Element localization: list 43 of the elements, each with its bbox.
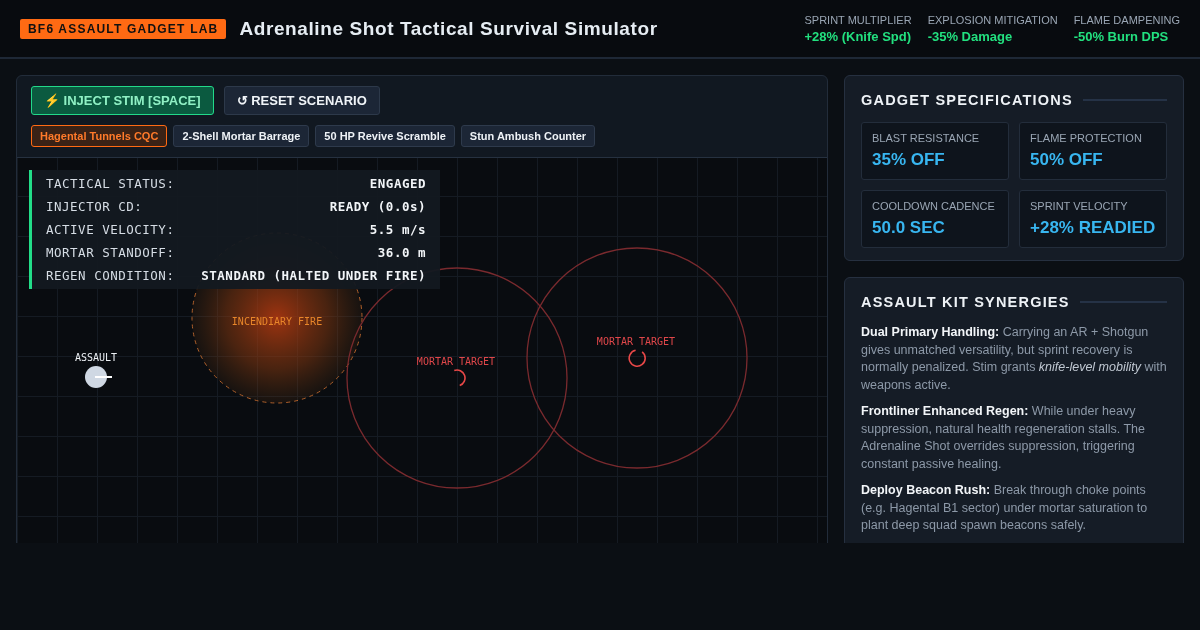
- spec-value: 50.0 SEC: [872, 218, 946, 238]
- panel-title: ASSAULT KIT SYNERGIES: [861, 294, 1070, 310]
- reset-button[interactable]: ↺ RESET SCENARIO: [223, 86, 380, 115]
- status-value: STANDARD (HALTED UNDER FIRE): [200, 268, 426, 283]
- panel-title: GADGET SPECIFICATIONS: [861, 92, 1073, 108]
- spec-value: +28% READIED: [1030, 218, 1156, 238]
- spec-value: 50% OFF: [1030, 150, 1104, 170]
- status-value: 5.5 m/s: [368, 222, 426, 237]
- status-value: 36.0 m: [376, 245, 426, 260]
- status-label: INJECTOR CD:: [46, 199, 144, 214]
- stat-label: FLAME DAMPENING: [1073, 13, 1180, 26]
- app-badge: BF6 ASSAULT GADGET LAB: [20, 18, 227, 39]
- stat-value: -50% Burn DPS: [1073, 28, 1170, 44]
- player-label: ASSAULT: [74, 352, 118, 363]
- zone-label: INCENDIARY FIRE: [231, 316, 323, 327]
- target-label: MORTAR TARGET: [416, 356, 496, 367]
- target-label: MORTAR TARGET: [596, 336, 676, 347]
- spec-label: SPRINT VELOCITY: [1030, 200, 1129, 212]
- synergy-paragraph: Frontliner Enhanced Regen: While under heavy suppression, natural health regeneration stalls. The Adrenaline Shot overrides suppression, triggering constant passive healing.: [861, 403, 1146, 473]
- stat-value: +28% (Knife Spd): [804, 28, 912, 44]
- stat-label: EXPLOSION MITIGATION: [927, 13, 1058, 26]
- status-value: ENGAGED: [368, 176, 426, 191]
- synergy-paragraph: Deploy Beacon Rush: Break through choke points (e.g. Hagental B1 sector) under mortar saturation to plant deep squad spawn beacons safely.: [861, 482, 1149, 534]
- scenario-tab[interactable]: 2-Shell Mortar Barrage: [173, 125, 310, 147]
- stat-label: SPRINT MULTIPLIER: [804, 13, 912, 26]
- synergy-paragraph: Dual Primary Handling: Carrying an AR + Shotgun gives unmatched versatility, but sprint recovery is normally penalized. Stim grants knife-level mobility with weapons active.: [861, 324, 1167, 394]
- status-value: READY (0.0s): [328, 199, 426, 214]
- player-marker: [85, 366, 113, 390]
- status-label: TACTICAL STATUS:: [46, 176, 175, 191]
- spec-label: BLAST RESISTANCE: [872, 132, 981, 144]
- spec-label: FLAME PROTECTION: [1030, 132, 1143, 144]
- scenario-tab[interactable]: Hagental Tunnels CQC: [31, 125, 168, 147]
- inject-button[interactable]: ⚡ INJECT STIM [SPACE]: [31, 86, 214, 115]
- spec-value: 35% OFF: [872, 150, 946, 170]
- status-label: ACTIVE VELOCITY:: [46, 222, 175, 237]
- spec-label: COOLDOWN CADENCE: [872, 200, 996, 212]
- scenario-tab[interactable]: Stun Ambush Counter: [460, 125, 596, 147]
- stat-value: -35% Damage: [927, 28, 1014, 44]
- scenario-tab[interactable]: 50 HP Revive Scramble: [315, 125, 455, 147]
- status-label: REGEN CONDITION:: [46, 268, 175, 283]
- app-title: Adrenaline Shot Tactical Survival Simulator: [239, 17, 659, 40]
- status-label: MORTAR STANDOFF:: [46, 245, 175, 260]
- target-icon: [628, 349, 646, 367]
